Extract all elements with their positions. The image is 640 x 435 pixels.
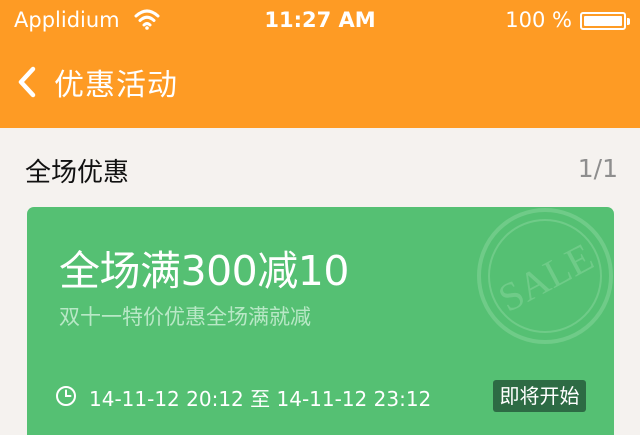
svg-text:SALE: SALE [491, 234, 600, 321]
status-badge: 即将开始 [493, 380, 586, 412]
promotion-card[interactable]: SALE 全场满300减10 双十一特价优惠全场满就减 14-11-12 20:… [27, 207, 614, 435]
app-header: Applidium 11:27 AM 100 % 优惠活动 [0, 0, 640, 128]
status-bar: Applidium 11:27 AM 100 % [0, 0, 640, 40]
page-counter: 1/1 [577, 154, 618, 183]
navigation-bar: 优惠活动 [0, 40, 640, 128]
battery-icon [580, 12, 630, 30]
section-header: 全场优惠 1/1 [0, 128, 640, 208]
sale-stamp-icon: SALE [477, 208, 613, 344]
promotion-title: 全场满300减10 [59, 247, 349, 295]
section-title: 全场优惠 [25, 158, 130, 188]
back-button[interactable]: 优惠活动 [14, 60, 178, 104]
battery-percentage: 100 % [505, 8, 572, 32]
promotion-time-range: 14-11-12 20:12 至 14-11-12 23:12 [89, 387, 432, 411]
promotion-subtitle: 双十一特价优惠全场满就减 [59, 305, 311, 329]
page-title: 优惠活动 [54, 68, 178, 103]
clock-icon [56, 386, 76, 406]
chevron-left-icon [18, 66, 36, 98]
